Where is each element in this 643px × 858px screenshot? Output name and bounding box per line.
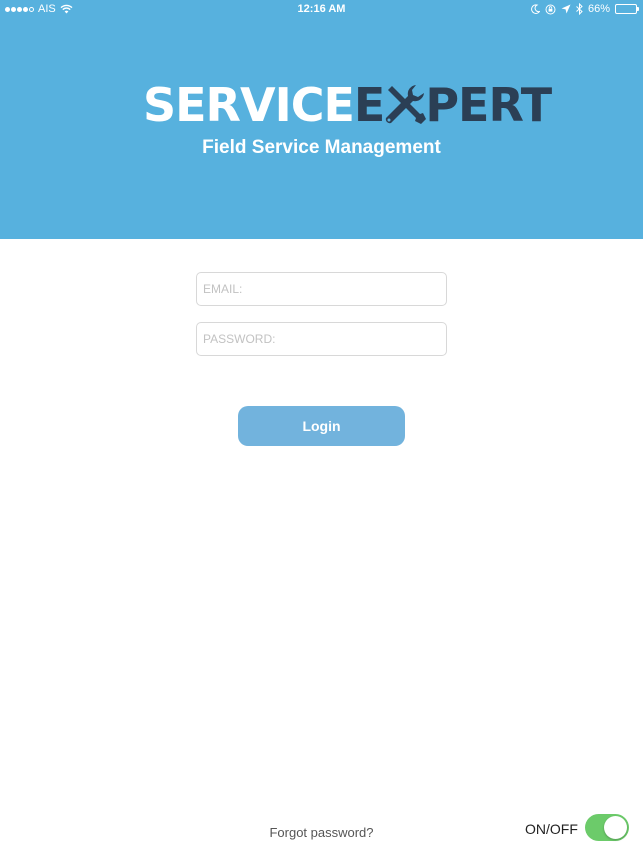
password-input[interactable] bbox=[196, 322, 447, 356]
logo-subtitle: Field Service Management bbox=[202, 137, 441, 158]
logo-text-pert: PERT bbox=[425, 78, 552, 132]
moon-icon bbox=[531, 4, 540, 14]
service-expert-logo: SERVICE E PERT bbox=[143, 78, 552, 132]
logo-text-expert: E PERT bbox=[354, 78, 552, 132]
email-input[interactable] bbox=[196, 272, 447, 306]
signal-icon bbox=[5, 6, 34, 12]
on-off-toggle[interactable] bbox=[585, 814, 629, 841]
login-button[interactable]: Login bbox=[238, 406, 405, 446]
forgot-password-link[interactable]: Forgot password? bbox=[269, 825, 373, 840]
status-left: AIS bbox=[5, 3, 73, 15]
wrench-screwdriver-icon bbox=[386, 85, 427, 124]
header-banner: AIS 12:16 AM 66% SERVICE E PERT Field Se… bbox=[0, 0, 643, 239]
logo-text-service: SERVICE bbox=[143, 78, 355, 132]
status-bar: AIS 12:16 AM 66% bbox=[0, 0, 643, 20]
battery-percent: 66% bbox=[587, 3, 610, 15]
orientation-lock-icon bbox=[545, 4, 556, 14]
status-right: 66% bbox=[531, 3, 639, 15]
location-arrow-icon bbox=[561, 4, 571, 14]
toggle-knob bbox=[604, 816, 627, 839]
carrier-name: AIS bbox=[38, 3, 56, 15]
toggle-label: ON/OFF bbox=[525, 821, 578, 837]
bluetooth-icon bbox=[576, 3, 583, 15]
wifi-icon bbox=[60, 4, 73, 14]
battery-icon bbox=[615, 4, 639, 14]
